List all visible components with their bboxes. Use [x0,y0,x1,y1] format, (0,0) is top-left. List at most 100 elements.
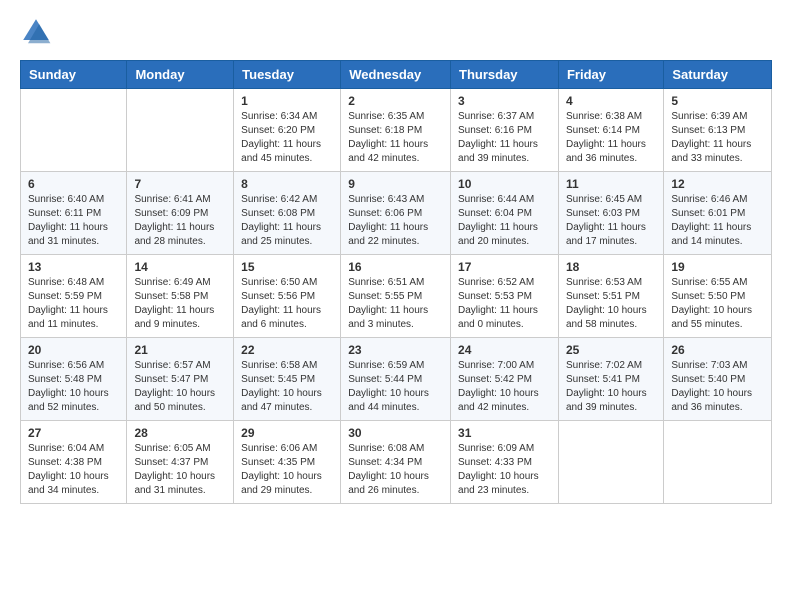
day-number: 18 [566,260,656,274]
day-info: Sunrise: 6:43 AM Sunset: 6:06 PM Dayligh… [348,193,443,249]
calendar-cell: 1 Sunrise: 6:34 AM Sunset: 6:20 PM Daylig… [234,89,341,172]
day-number: 15 [241,260,333,274]
calendar-cell: 30 Sunrise: 6:08 AM Sunset: 4:34 PM Dayli… [341,421,451,504]
day-number: 14 [134,260,226,274]
day-number: 13 [28,260,119,274]
logo [20,16,58,48]
day-info: Sunrise: 6:08 AM Sunset: 4:34 PM Dayligh… [348,442,443,498]
day-info: Sunrise: 6:35 AM Sunset: 6:18 PM Dayligh… [348,110,443,166]
calendar-cell: 15 Sunrise: 6:50 AM Sunset: 5:56 PM Dayli… [234,255,341,338]
calendar-cell: 5 Sunrise: 6:39 AM Sunset: 6:13 PM Daylig… [664,89,772,172]
calendar-cell: 13 Sunrise: 6:48 AM Sunset: 5:59 PM Dayli… [21,255,127,338]
header [20,16,772,48]
logo-icon [20,16,52,48]
day-info: Sunrise: 6:46 AM Sunset: 6:01 PM Dayligh… [671,193,764,249]
calendar-week-row: 20 Sunrise: 6:56 AM Sunset: 5:48 PM Dayli… [21,338,772,421]
day-info: Sunrise: 7:00 AM Sunset: 5:42 PM Dayligh… [458,359,551,415]
calendar-cell: 9Sunrise: 6:43 AM Sunset: 6:06 PM Daylig… [341,172,451,255]
page: SundayMondayTuesdayWednesdayThursdayFrid… [0,0,792,524]
calendar-cell: 28 Sunrise: 6:05 AM Sunset: 4:37 PM Dayli… [127,421,234,504]
calendar-cell: 24Sunrise: 7:00 AM Sunset: 5:42 PM Dayli… [451,338,559,421]
day-number: 4 [566,94,656,108]
calendar-cell: 17Sunrise: 6:52 AM Sunset: 5:53 PM Dayli… [451,255,559,338]
calendar-cell: 23 Sunrise: 6:59 AM Sunset: 5:44 PM Dayli… [341,338,451,421]
day-number: 22 [241,343,333,357]
calendar-cell: 18 Sunrise: 6:53 AM Sunset: 5:51 PM Dayli… [558,255,663,338]
day-number: 6 [28,177,119,191]
day-number: 30 [348,426,443,440]
day-info: Sunrise: 6:05 AM Sunset: 4:37 PM Dayligh… [134,442,226,498]
calendar-week-row: 13 Sunrise: 6:48 AM Sunset: 5:59 PM Dayli… [21,255,772,338]
day-number: 25 [566,343,656,357]
day-info: Sunrise: 6:56 AM Sunset: 5:48 PM Dayligh… [28,359,119,415]
day-info: Sunrise: 6:41 AM Sunset: 6:09 PM Dayligh… [134,193,226,249]
calendar-cell [127,89,234,172]
day-info: Sunrise: 7:02 AM Sunset: 5:41 PM Dayligh… [566,359,656,415]
day-number: 29 [241,426,333,440]
day-number: 17 [458,260,551,274]
day-info: Sunrise: 6:44 AM Sunset: 6:04 PM Dayligh… [458,193,551,249]
calendar-cell: 19 Sunrise: 6:55 AM Sunset: 5:50 PM Dayli… [664,255,772,338]
day-number: 8 [241,177,333,191]
day-number: 26 [671,343,764,357]
calendar-cell: 14Sunrise: 6:49 AM Sunset: 5:58 PM Dayli… [127,255,234,338]
day-info: Sunrise: 6:53 AM Sunset: 5:51 PM Dayligh… [566,276,656,332]
calendar-cell [664,421,772,504]
column-header-sunday: Sunday [21,61,127,89]
calendar-cell: 27Sunrise: 6:04 AM Sunset: 4:38 PM Dayli… [21,421,127,504]
day-info: Sunrise: 6:59 AM Sunset: 5:44 PM Dayligh… [348,359,443,415]
day-info: Sunrise: 6:06 AM Sunset: 4:35 PM Dayligh… [241,442,333,498]
day-number: 21 [134,343,226,357]
day-number: 27 [28,426,119,440]
calendar-cell: 21 Sunrise: 6:57 AM Sunset: 5:47 PM Dayli… [127,338,234,421]
calendar-header-row: SundayMondayTuesdayWednesdayThursdayFrid… [21,61,772,89]
day-info: Sunrise: 6:34 AM Sunset: 6:20 PM Dayligh… [241,110,333,166]
day-info: Sunrise: 6:39 AM Sunset: 6:13 PM Dayligh… [671,110,764,166]
day-number: 20 [28,343,119,357]
calendar-cell: 12 Sunrise: 6:46 AM Sunset: 6:01 PM Dayli… [664,172,772,255]
calendar-cell: 10 Sunrise: 6:44 AM Sunset: 6:04 PM Dayli… [451,172,559,255]
day-number: 2 [348,94,443,108]
day-info: Sunrise: 6:55 AM Sunset: 5:50 PM Dayligh… [671,276,764,332]
calendar-cell: 29 Sunrise: 6:06 AM Sunset: 4:35 PM Dayli… [234,421,341,504]
calendar-week-row: 6 Sunrise: 6:40 AM Sunset: 6:11 PM Daylig… [21,172,772,255]
calendar-cell: 26Sunrise: 7:03 AM Sunset: 5:40 PM Dayli… [664,338,772,421]
day-number: 19 [671,260,764,274]
day-info: Sunrise: 6:09 AM Sunset: 4:33 PM Dayligh… [458,442,551,498]
calendar-cell [558,421,663,504]
calendar-cell [21,89,127,172]
calendar-table: SundayMondayTuesdayWednesdayThursdayFrid… [20,60,772,504]
calendar-cell: 16 Sunrise: 6:51 AM Sunset: 5:55 PM Dayli… [341,255,451,338]
day-number: 10 [458,177,551,191]
calendar-cell: 22 Sunrise: 6:58 AM Sunset: 5:45 PM Dayli… [234,338,341,421]
day-info: Sunrise: 6:42 AM Sunset: 6:08 PM Dayligh… [241,193,333,249]
day-number: 1 [241,94,333,108]
day-number: 12 [671,177,764,191]
calendar-week-row: 27Sunrise: 6:04 AM Sunset: 4:38 PM Dayli… [21,421,772,504]
day-info: Sunrise: 6:58 AM Sunset: 5:45 PM Dayligh… [241,359,333,415]
day-number: 11 [566,177,656,191]
day-info: Sunrise: 6:57 AM Sunset: 5:47 PM Dayligh… [134,359,226,415]
column-header-friday: Friday [558,61,663,89]
calendar-cell: 8 Sunrise: 6:42 AM Sunset: 6:08 PM Daylig… [234,172,341,255]
calendar-cell: 20 Sunrise: 6:56 AM Sunset: 5:48 PM Dayli… [21,338,127,421]
day-info: Sunrise: 6:37 AM Sunset: 6:16 PM Dayligh… [458,110,551,166]
calendar-cell: 25 Sunrise: 7:02 AM Sunset: 5:41 PM Dayli… [558,338,663,421]
column-header-thursday: Thursday [451,61,559,89]
day-number: 5 [671,94,764,108]
day-info: Sunrise: 6:38 AM Sunset: 6:14 PM Dayligh… [566,110,656,166]
column-header-wednesday: Wednesday [341,61,451,89]
column-header-monday: Monday [127,61,234,89]
calendar-cell: 6 Sunrise: 6:40 AM Sunset: 6:11 PM Daylig… [21,172,127,255]
day-info: Sunrise: 6:50 AM Sunset: 5:56 PM Dayligh… [241,276,333,332]
day-info: Sunrise: 6:48 AM Sunset: 5:59 PM Dayligh… [28,276,119,332]
calendar-week-row: 1 Sunrise: 6:34 AM Sunset: 6:20 PM Daylig… [21,89,772,172]
day-info: Sunrise: 6:40 AM Sunset: 6:11 PM Dayligh… [28,193,119,249]
calendar-cell: 4 Sunrise: 6:38 AM Sunset: 6:14 PM Daylig… [558,89,663,172]
day-number: 23 [348,343,443,357]
day-number: 28 [134,426,226,440]
day-info: Sunrise: 6:45 AM Sunset: 6:03 PM Dayligh… [566,193,656,249]
calendar-cell: 2 Sunrise: 6:35 AM Sunset: 6:18 PM Daylig… [341,89,451,172]
day-info: Sunrise: 6:51 AM Sunset: 5:55 PM Dayligh… [348,276,443,332]
day-number: 16 [348,260,443,274]
